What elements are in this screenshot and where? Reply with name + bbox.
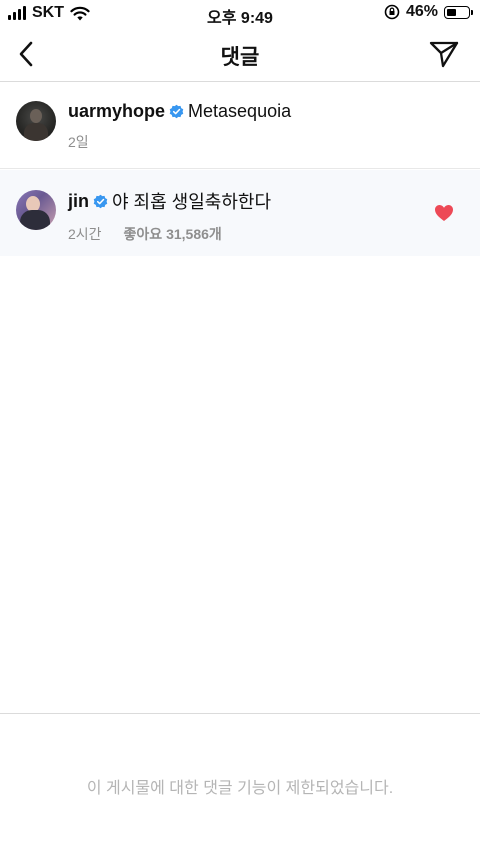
divider (0, 713, 480, 714)
comment-likes[interactable]: 좋아요 31,586개 (124, 224, 222, 244)
verified-badge-icon (169, 104, 184, 119)
post-caption: uarmyhope Metasequoia 2일 (0, 83, 480, 169)
comment-time: 2시간 (68, 226, 102, 242)
comments-restricted-message: 이 게시물에 대한 댓글 기능이 제한되었습니다. (86, 780, 394, 797)
avatar[interactable] (16, 101, 56, 141)
comment-line: jin 야 죄홉 생일축하한다 (68, 188, 271, 214)
verified-badge-icon (93, 194, 108, 208)
caption-username[interactable]: uarmyhope (68, 101, 165, 122)
page-title: 댓글 (220, 46, 260, 69)
comments-header: 댓글 (0, 26, 480, 82)
paper-plane-icon (429, 41, 459, 68)
caption-meta: 2일 (68, 132, 291, 152)
share-button[interactable] (426, 36, 462, 72)
caption-body: uarmyhope Metasequoia 2일 (68, 101, 291, 152)
caption-time: 2일 (68, 134, 89, 150)
comment-item: jin 야 죄홉 생일축하한다 2시간 좋아요 31,586개 (0, 170, 480, 256)
caption-line: uarmyhope Metasequoia (68, 101, 291, 122)
comment-text: 야 죄홉 생일축하한다 (112, 192, 272, 212)
status-right: 46% (384, 3, 473, 21)
comment-meta: 2시간 좋아요 31,586개 (68, 224, 271, 244)
heart-icon[interactable] (434, 204, 454, 222)
battery-percent: 46% (405, 3, 438, 20)
status-bar: SKT 오후 9:49 46% (0, 0, 480, 27)
battery-icon (444, 5, 473, 19)
comment-username[interactable]: jin (68, 191, 89, 212)
orientation-lock-icon (384, 4, 400, 20)
avatar[interactable] (16, 190, 56, 230)
caption-text: Metasequoia (188, 101, 292, 121)
comment-body: jin 야 죄홉 생일축하한다 2시간 좋아요 31,586개 (68, 188, 271, 244)
